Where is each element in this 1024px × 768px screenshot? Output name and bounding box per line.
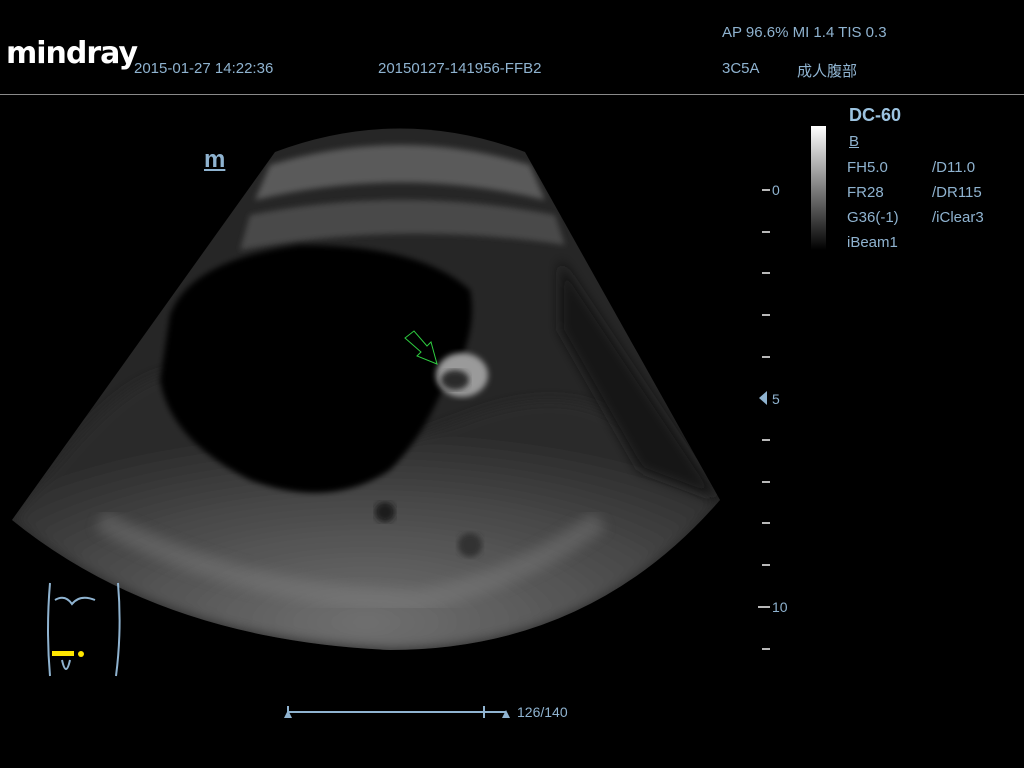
depth-label-5: 5	[772, 391, 780, 407]
body-mark-icon	[47, 582, 121, 677]
cine-frame-counter: 126/140	[517, 704, 568, 720]
depth-label-10: 10	[772, 599, 788, 615]
ultrasound-image	[12, 128, 720, 718]
focus-marker-icon	[759, 391, 767, 405]
cine-scrollbar[interactable]	[284, 706, 510, 718]
depth-label-0: 0	[772, 182, 780, 198]
probe-position-icon	[52, 651, 84, 657]
sector-scan	[12, 128, 720, 650]
